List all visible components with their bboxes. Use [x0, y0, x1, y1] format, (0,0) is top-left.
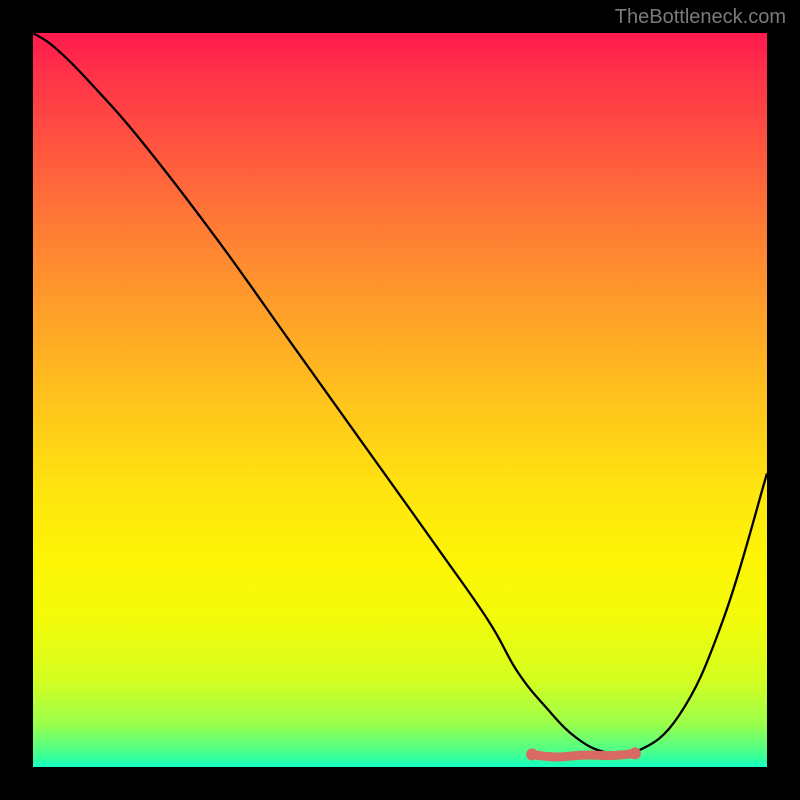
chart-svg: [33, 33, 767, 767]
optimal-range-dot-left: [526, 748, 538, 760]
optimal-range-marker: [532, 753, 635, 757]
bottleneck-curve-line: [33, 33, 767, 756]
optimal-range-dot-right: [629, 747, 641, 759]
chart-area: [33, 33, 767, 767]
watermark-text: TheBottleneck.com: [615, 6, 786, 29]
